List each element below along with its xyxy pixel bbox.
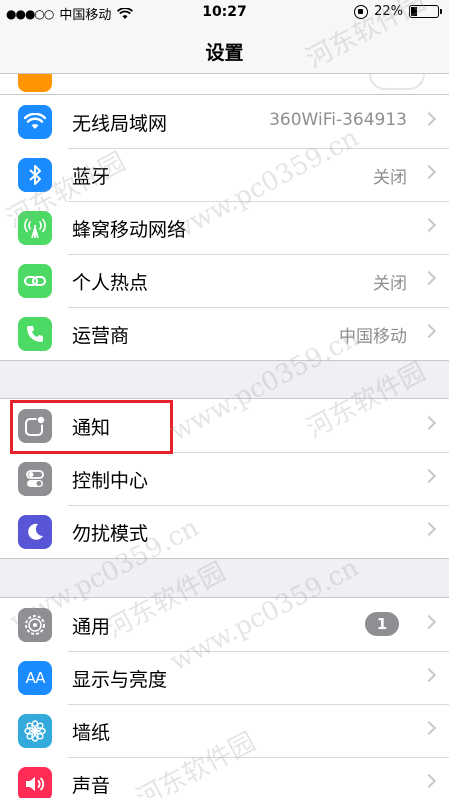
- partial-row-airplane[interactable]: [0, 74, 449, 94]
- airplane-toggle[interactable]: [369, 74, 425, 90]
- settings-row-bluetooth[interactable]: 蓝牙 关闭: [0, 148, 449, 201]
- settings-group-connectivity: 无线局域网 360WiFi-364913 蓝牙 关闭 蜂窝移动网络 个人热点 关…: [0, 94, 449, 361]
- moon-icon: [18, 515, 52, 549]
- row-label: 勿扰模式: [72, 523, 149, 545]
- settings-row-wifi[interactable]: 无线局域网 360WiFi-364913: [0, 95, 449, 148]
- settings-row-display[interactable]: AA 显示与亮度: [0, 651, 449, 704]
- settings-row-carrier[interactable]: 运营商 中国移动: [0, 307, 449, 360]
- row-label: 控制中心: [72, 470, 149, 492]
- row-label: 声音: [72, 775, 111, 797]
- chevron-right-icon: [421, 217, 437, 233]
- status-bar: ●●●○○ 中国移动 10:27 22%: [0, 0, 449, 26]
- hotspot-icon: [18, 264, 52, 298]
- row-label: 无线局域网: [72, 113, 168, 135]
- wifi-icon: [18, 105, 52, 139]
- row-label: 运营商: [72, 325, 130, 347]
- row-label: 个人热点: [72, 272, 149, 294]
- battery-percent: 22%: [374, 4, 403, 19]
- row-value: 中国移动: [339, 327, 407, 347]
- chevron-right-icon: [421, 720, 437, 736]
- wallpaper-icon: [18, 714, 52, 748]
- row-value: 关闭: [373, 274, 407, 294]
- phone-icon: [18, 317, 52, 351]
- chevron-right-icon: [421, 614, 437, 630]
- chevron-right-icon: [421, 667, 437, 683]
- settings-row-general[interactable]: 通用 1: [0, 598, 449, 651]
- airplane-icon: [18, 74, 52, 92]
- status-right: 22%: [354, 4, 442, 19]
- update-badge: 1: [365, 612, 399, 636]
- chevron-right-icon: [421, 468, 437, 484]
- settings-row-do-not-disturb[interactable]: 勿扰模式: [0, 505, 449, 558]
- battery-icon: [409, 5, 442, 18]
- chevron-right-icon: [421, 323, 437, 339]
- control-center-icon: [18, 462, 52, 496]
- row-label: 蜂窝移动网络: [72, 219, 187, 241]
- row-value: 360WiFi-364913: [269, 110, 407, 130]
- settings-row-cellular[interactable]: 蜂窝移动网络: [0, 201, 449, 254]
- row-label: 显示与亮度: [72, 669, 168, 691]
- settings-group-general: 通用 1 AA 显示与亮度 墙纸 声音: [0, 597, 449, 798]
- settings-row-control-center[interactable]: 控制中心: [0, 452, 449, 505]
- settings-row-sounds[interactable]: 声音: [0, 757, 449, 798]
- settings-row-wallpaper[interactable]: 墙纸: [0, 704, 449, 757]
- chevron-right-icon: [421, 270, 437, 286]
- chevron-right-icon: [421, 164, 437, 180]
- cellular-icon: [18, 211, 52, 245]
- chevron-right-icon: [421, 415, 437, 431]
- display-icon: AA: [18, 661, 52, 695]
- row-label: 墙纸: [72, 722, 111, 744]
- row-label: 通用: [72, 616, 111, 638]
- chevron-right-icon: [421, 521, 437, 537]
- chevron-right-icon: [421, 111, 437, 127]
- rotation-lock-icon: [354, 4, 369, 19]
- settings-row-hotspot[interactable]: 个人热点 关闭: [0, 254, 449, 307]
- sound-icon: [18, 767, 52, 798]
- page-title: 设置: [205, 42, 244, 64]
- chevron-right-icon: [421, 773, 437, 789]
- row-label: 蓝牙: [72, 166, 111, 188]
- navigation-bar: 设置: [0, 26, 449, 74]
- gear-icon: [18, 608, 52, 642]
- row-value: 关闭: [373, 168, 407, 188]
- bluetooth-icon: [18, 158, 52, 192]
- highlight-annotation: [10, 400, 173, 454]
